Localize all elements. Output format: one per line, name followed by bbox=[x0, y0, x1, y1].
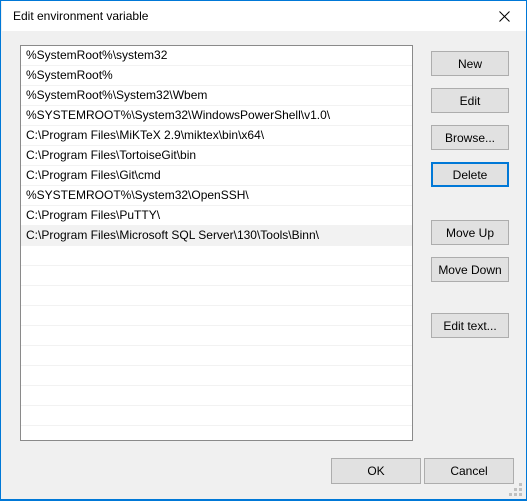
close-button[interactable] bbox=[481, 1, 526, 31]
path-list-empty-row bbox=[21, 366, 412, 386]
path-list-empty-row bbox=[21, 246, 412, 266]
path-list-empty-row bbox=[21, 386, 412, 406]
path-list-item[interactable]: %SYSTEMROOT%\System32\WindowsPowerShell\… bbox=[21, 106, 412, 126]
path-list-item[interactable]: %SYSTEMROOT%\System32\OpenSSH\ bbox=[21, 186, 412, 206]
title-bar: Edit environment variable bbox=[2, 1, 526, 31]
cancel-button[interactable]: Cancel bbox=[424, 458, 514, 484]
path-list-item[interactable]: C:\Program Files\Git\cmd bbox=[21, 166, 412, 186]
path-list-item[interactable]: C:\Program Files\Microsoft SQL Server\13… bbox=[21, 226, 412, 246]
path-list-empty-row bbox=[21, 406, 412, 426]
move-up-button[interactable]: Move Up bbox=[431, 220, 509, 245]
new-button[interactable]: New bbox=[431, 51, 509, 76]
edit-text-button[interactable]: Edit text... bbox=[431, 313, 509, 338]
path-list-empty-row bbox=[21, 326, 412, 346]
path-list-empty-row bbox=[21, 306, 412, 326]
edit-button[interactable]: Edit bbox=[431, 88, 509, 113]
path-list-empty-row bbox=[21, 266, 412, 286]
path-list-item[interactable]: %SystemRoot%\system32 bbox=[21, 46, 412, 66]
path-list-item[interactable]: C:\Program Files\MiKTeX 2.9\miktex\bin\x… bbox=[21, 126, 412, 146]
path-list-item[interactable]: %SystemRoot% bbox=[21, 66, 412, 86]
close-icon bbox=[498, 10, 510, 22]
move-down-button[interactable]: Move Down bbox=[431, 257, 509, 282]
delete-button[interactable]: Delete bbox=[431, 162, 509, 187]
browse-button[interactable]: Browse... bbox=[431, 125, 509, 150]
path-list-empty-row bbox=[21, 346, 412, 366]
path-list-item[interactable]: C:\Program Files\PuTTY\ bbox=[21, 206, 412, 226]
path-list-item[interactable]: %SystemRoot%\System32\Wbem bbox=[21, 86, 412, 106]
window-title: Edit environment variable bbox=[13, 9, 149, 23]
path-list-empty-row bbox=[21, 286, 412, 306]
resize-grip-icon[interactable] bbox=[509, 483, 522, 496]
edit-environment-variable-dialog: Edit environment variable %SystemRoot%\s… bbox=[0, 0, 527, 501]
path-list[interactable]: %SystemRoot%\system32 %SystemRoot% %System… bbox=[20, 45, 413, 441]
path-list-item[interactable]: C:\Program Files\TortoiseGit\bin bbox=[21, 146, 412, 166]
ok-button[interactable]: OK bbox=[331, 458, 421, 484]
